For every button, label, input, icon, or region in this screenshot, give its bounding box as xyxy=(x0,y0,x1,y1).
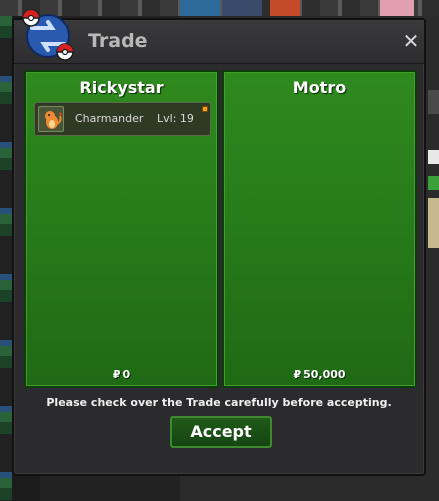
charmander-icon xyxy=(38,106,64,132)
trade-window: Trade ✕ Rickystar Charmander Lvl: 19 ₽0 xyxy=(12,18,426,476)
right-money-value: 50,000 xyxy=(303,368,346,381)
game-sprite xyxy=(428,198,439,248)
currency-icon: ₽ xyxy=(293,368,302,381)
currency-icon: ₽ xyxy=(112,368,121,381)
left-money: ₽0 xyxy=(26,368,217,381)
left-money-value: 0 xyxy=(122,368,131,381)
left-trade-panel: Rickystar Charmander Lvl: 19 ₽0 xyxy=(24,70,219,388)
item-held-icon xyxy=(202,106,208,112)
game-scene-right xyxy=(426,16,439,501)
window-title: Trade xyxy=(88,30,148,52)
left-player-name: Rickystar xyxy=(79,78,164,97)
trade-notice: Please check over the Trade carefully be… xyxy=(46,396,392,409)
pokemon-name: Charmander xyxy=(75,112,144,125)
pokemon-slot[interactable]: Charmander Lvl: 19 xyxy=(34,102,211,136)
accept-button[interactable]: Accept xyxy=(170,416,272,448)
game-scene-left xyxy=(0,16,12,501)
right-trade-panel: Motro ₽50,000 xyxy=(222,70,417,388)
game-sprite xyxy=(428,90,439,114)
right-money: ₽50,000 xyxy=(224,368,415,381)
trade-icon xyxy=(18,6,80,64)
close-button[interactable]: ✕ xyxy=(402,31,420,51)
right-player-name: Motro xyxy=(292,78,347,97)
game-sprite xyxy=(428,176,439,190)
game-sprite xyxy=(428,150,439,164)
pokemon-level: Lvl: 19 xyxy=(157,112,194,125)
